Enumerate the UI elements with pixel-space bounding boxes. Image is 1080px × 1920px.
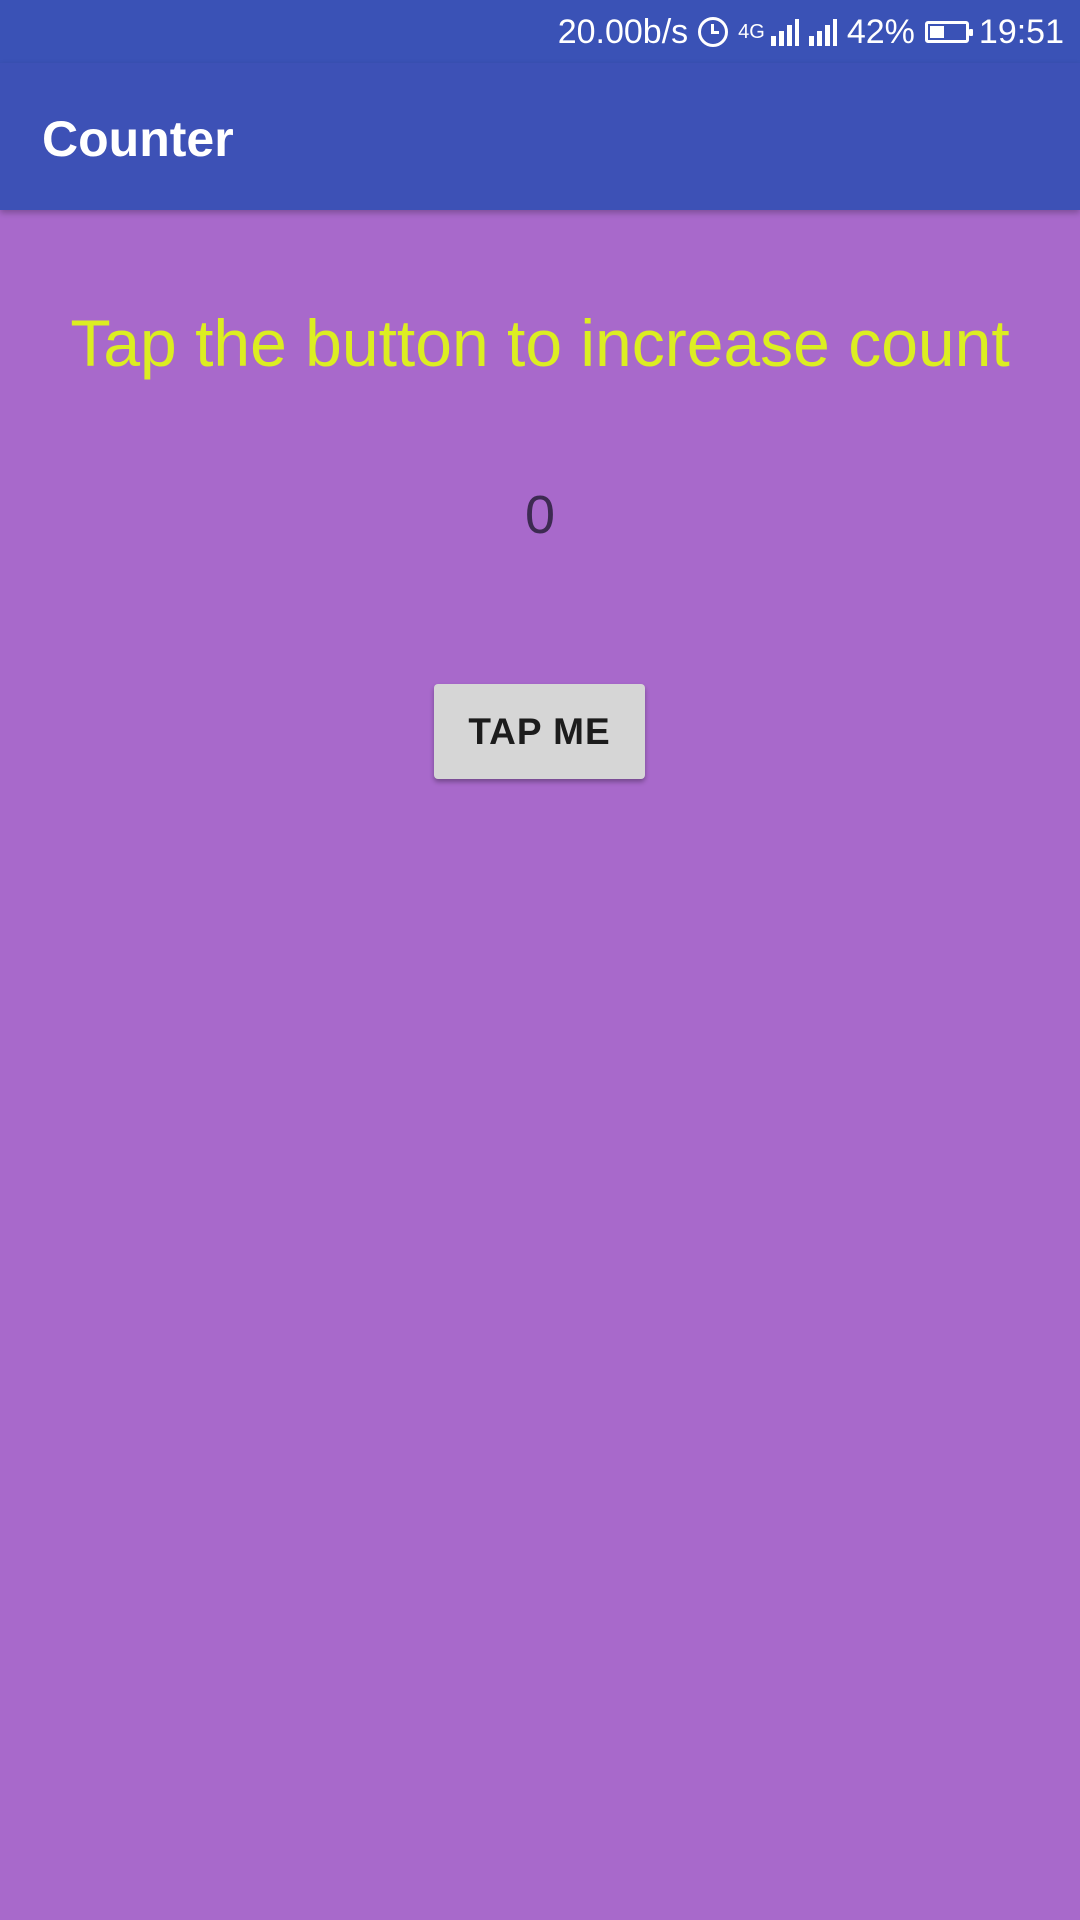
alarm-clock-icon: [698, 16, 729, 47]
status-icons: 20.00b/s 4G 42% 19:51: [558, 0, 1064, 63]
clock: 19:51: [978, 12, 1064, 51]
battery-percent: 42%: [846, 12, 915, 51]
signal-strength-icon-2: [808, 18, 837, 46]
signal-strength-icon: [770, 18, 799, 46]
counter-value: 0: [524, 485, 556, 545]
instruction-text: Tap the button to increase count: [70, 306, 1010, 380]
network-type: 4G: [738, 20, 765, 43]
battery-fill: [929, 25, 944, 38]
app-bar: Counter: [0, 63, 1080, 210]
app-title: Counter: [42, 111, 234, 167]
tap-me-button[interactable]: TAP ME: [434, 684, 645, 779]
status-bar: 20.00b/s 4G 42% 19:51: [0, 0, 1080, 63]
battery-icon: [924, 20, 973, 43]
network-speed: 20.00b/s: [557, 12, 689, 51]
